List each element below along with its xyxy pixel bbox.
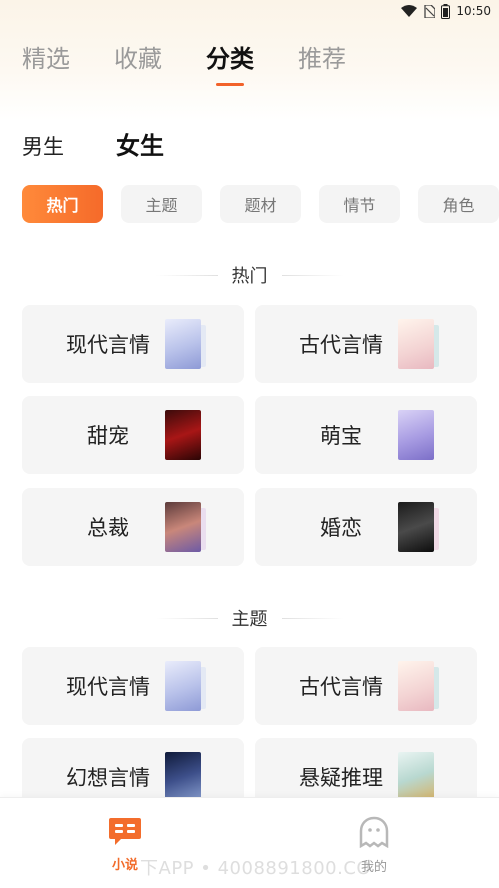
chip-hot[interactable]: 热门	[22, 185, 103, 223]
tab-categories[interactable]: 分类	[206, 39, 254, 74]
category-card[interactable]: 萌宝	[255, 396, 477, 474]
divider	[281, 617, 344, 619]
wifi-icon	[401, 5, 418, 17]
chip-subject[interactable]: 题材	[220, 185, 301, 223]
category-label: 现代言情	[66, 333, 150, 357]
category-card[interactable]: 古代言情	[255, 305, 477, 383]
category-label: 婚恋	[320, 516, 362, 540]
section-title-label: 主题	[231, 609, 268, 630]
category-card[interactable]: 现代言情	[22, 305, 244, 383]
category-card[interactable]: 婚恋	[255, 488, 477, 566]
gender-tab-female[interactable]: 女生	[116, 126, 164, 161]
category-label: 古代言情	[299, 675, 383, 699]
category-label: 悬疑推理	[299, 766, 383, 790]
divider	[155, 274, 218, 276]
book-cover-image	[398, 502, 434, 552]
divider	[281, 274, 344, 276]
watermark-text: 下APP • 4008891800.CO	[140, 858, 372, 879]
gender-tab-male[interactable]: 男生	[22, 131, 64, 161]
battery-icon	[441, 3, 451, 19]
filter-chip-row: 热门 主题 题材 情节 角色	[22, 185, 499, 223]
book-cover-image	[398, 410, 434, 460]
nav-label: 小说	[111, 858, 138, 873]
chip-role[interactable]: 角色	[418, 185, 499, 223]
chip-theme[interactable]: 主题	[121, 185, 202, 223]
section-title-label: 热门	[231, 266, 268, 287]
book-cover-image	[398, 752, 434, 802]
book-cover-image	[165, 752, 201, 802]
novel-icon	[108, 816, 142, 850]
section-title-hot: 热门	[0, 262, 499, 288]
book-cover-image	[165, 410, 201, 460]
category-card[interactable]: 总裁	[22, 488, 244, 566]
gender-tabs: 男生 女生	[22, 126, 164, 161]
tab-featured[interactable]: 精选	[22, 39, 70, 74]
tab-recommended[interactable]: 推荐	[298, 39, 346, 74]
category-card[interactable]: 古代言情	[255, 647, 477, 725]
status-time: 10:50	[456, 4, 491, 18]
category-card[interactable]: 现代言情	[22, 647, 244, 725]
chip-plot[interactable]: 情节	[319, 185, 400, 223]
divider	[155, 617, 218, 619]
category-label: 古代言情	[299, 333, 383, 357]
profile-icon	[359, 816, 389, 852]
top-tab-bar: 精选 收藏 分类 推荐	[22, 38, 346, 74]
section-title-theme: 主题	[0, 605, 499, 631]
category-label: 现代言情	[66, 675, 150, 699]
tab-favorites[interactable]: 收藏	[114, 39, 162, 74]
book-cover-image	[165, 661, 201, 711]
category-label: 萌宝	[320, 424, 362, 448]
book-cover-image	[398, 319, 434, 369]
book-cover-image	[398, 661, 434, 711]
category-label: 甜宠	[87, 424, 129, 448]
status-bar: 10:50	[0, 0, 499, 22]
category-card[interactable]: 甜宠	[22, 396, 244, 474]
book-cover-image	[165, 502, 201, 552]
category-label: 总裁	[87, 516, 129, 540]
category-label: 幻想言情	[66, 766, 150, 790]
book-cover-image	[165, 319, 201, 369]
sim-icon	[423, 4, 436, 18]
